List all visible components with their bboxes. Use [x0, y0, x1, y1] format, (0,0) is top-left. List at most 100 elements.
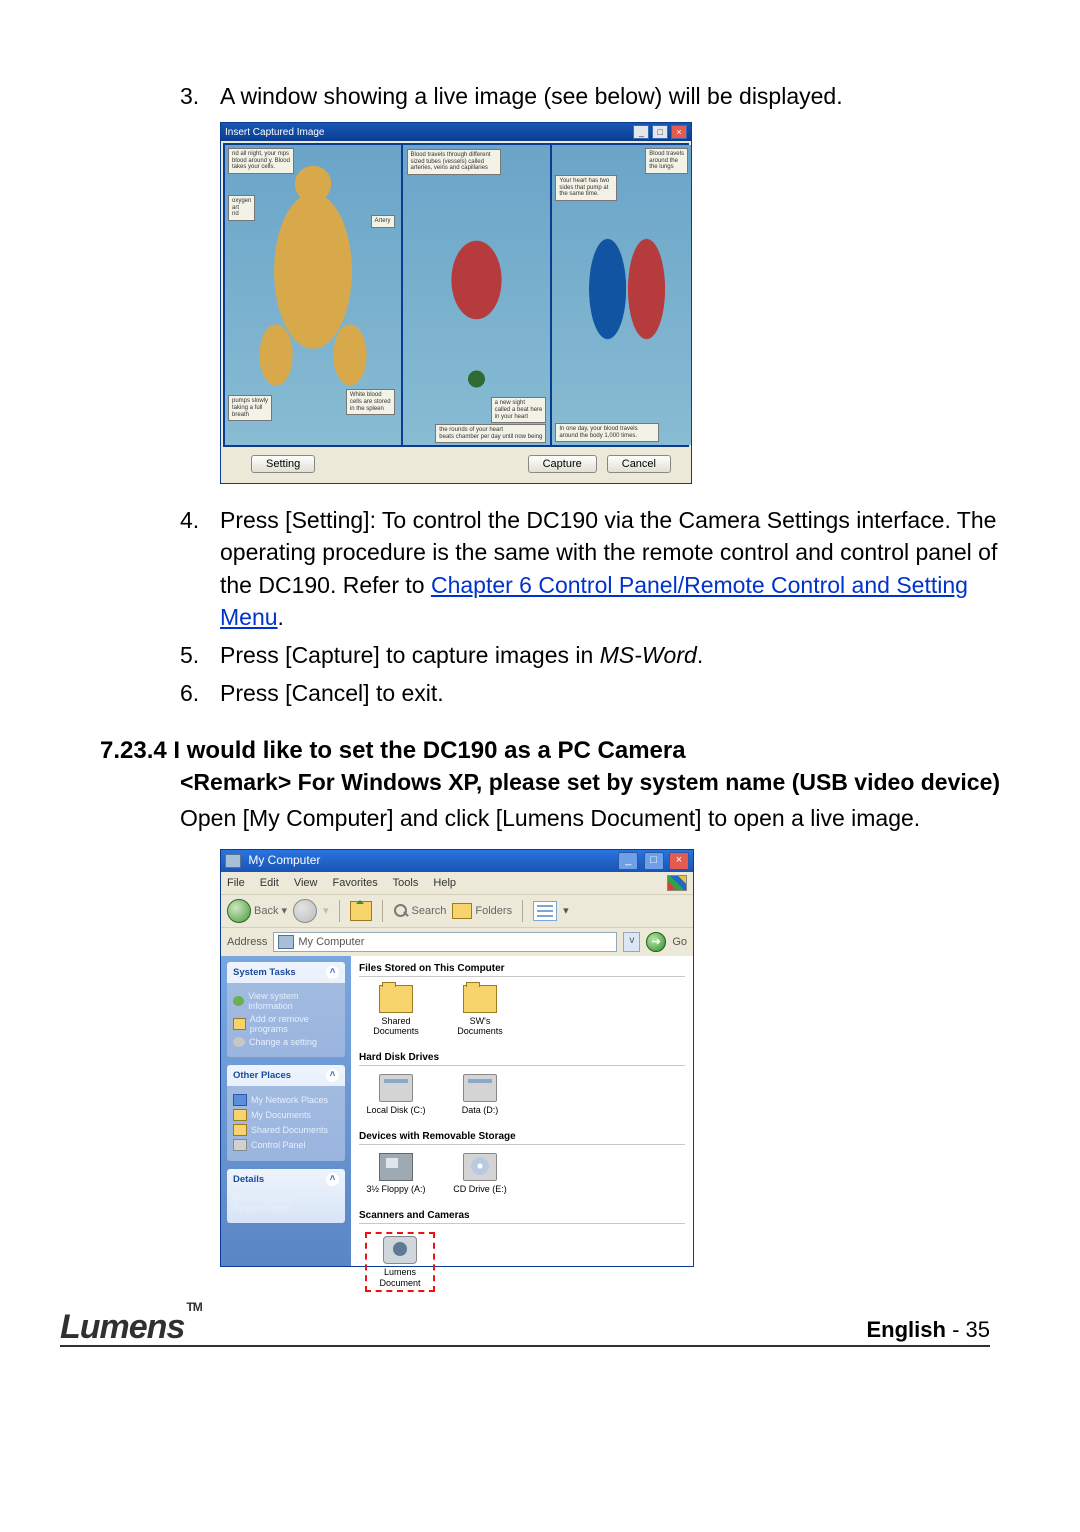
collapse-icon[interactable]: ˄ [326, 1069, 339, 1082]
folders-button[interactable]: Folders [452, 903, 512, 919]
step-6: 6. Press [Cancel] to exit. [180, 677, 1010, 709]
mc-sidebar: System Tasks ˄ View system information A… [221, 956, 351, 1266]
close-icon[interactable]: × [671, 125, 687, 139]
category-removable: Devices with Removable Storage [359, 1128, 685, 1145]
forward-button[interactable] [293, 899, 317, 923]
step-5-em: MS-Word [600, 642, 697, 668]
category-files-stored: Files Stored on This Computer [359, 960, 685, 977]
sidebar-other-places: Other Places ˄ My Network Places My Docu… [227, 1065, 345, 1161]
box-icon [233, 1018, 246, 1030]
hard-drive-icon [463, 1074, 497, 1102]
close-icon[interactable]: × [669, 852, 689, 870]
folder-icon [233, 1109, 247, 1121]
maximize-icon[interactable]: □ [652, 125, 668, 139]
page-indicator: English - 35 [867, 1317, 991, 1343]
anatomy-panel-heart: Blood travels through different sized tu… [403, 145, 551, 445]
mc-titlebar: My Computer _ □ × [221, 850, 693, 872]
step-5-number: 5. [180, 639, 218, 671]
menu-view[interactable]: View [294, 877, 318, 889]
my-computer-icon [225, 854, 241, 868]
up-folder-button[interactable] [350, 901, 372, 921]
mc-main-pane: Files Stored on This Computer Shared Doc… [351, 956, 693, 1266]
hard-drive-icon [379, 1074, 413, 1102]
step-3-text: A window showing a live image (see below… [220, 83, 843, 109]
sidebar-item-view-system-info[interactable]: View system information [233, 991, 339, 1011]
collapse-icon[interactable]: ˄ [326, 966, 339, 979]
chevron-down-icon: ▾ [281, 904, 287, 917]
details-line-1: My Computer [233, 1193, 339, 1203]
my-computer-screenshot: My Computer _ □ × File Edit View Favorit… [220, 849, 694, 1267]
section-title: I would like to set the DC190 as a PC Ca… [173, 737, 685, 764]
sidebar-item-my-documents[interactable]: My Documents [233, 1109, 339, 1121]
ici-title: Insert Captured Image [225, 127, 325, 138]
minimize-icon[interactable]: _ [633, 125, 649, 139]
menu-help[interactable]: Help [433, 877, 456, 889]
network-icon [233, 1094, 247, 1106]
item-local-disk-c[interactable]: Local Disk (C:) [365, 1074, 427, 1116]
step-6-text: Press [Cancel] to exit. [220, 680, 444, 706]
cancel-button[interactable]: Cancel [607, 455, 671, 473]
address-label: Address [227, 936, 267, 948]
info-icon [233, 996, 244, 1006]
step-6-number: 6. [180, 677, 218, 709]
capture-button[interactable]: Capture [528, 455, 597, 473]
brand-logo: LumensTM [60, 1308, 200, 1347]
anatomy-panel-body: nd all night, your mps blood around y. B… [225, 145, 401, 445]
insert-captured-image-screenshot: Insert Captured Image _ □ × nd all night… [220, 122, 692, 484]
ici-titlebar: Insert Captured Image _ □ × [221, 123, 691, 141]
anatomy-panel-vessels: Blood travelsaround thethe lungs Your he… [552, 145, 691, 445]
step-5-text-a: Press [Capture] to capture images in [220, 642, 600, 668]
folder-icon [233, 1124, 247, 1136]
sidebar-system-tasks: System Tasks ˄ View system information A… [227, 962, 345, 1057]
step-4: 4. Press [Setting]: To control the DC190… [180, 504, 1010, 633]
item-data-d[interactable]: Data (D:) [449, 1074, 511, 1116]
system-tasks-header: System Tasks [233, 967, 296, 978]
maximize-icon[interactable]: □ [644, 852, 664, 870]
sidebar-details: Details ˄ My Computer System Folder [227, 1169, 345, 1223]
menu-edit[interactable]: Edit [260, 877, 279, 889]
folder-icon [379, 985, 413, 1013]
camera-icon [383, 1236, 417, 1264]
sidebar-item-shared-documents[interactable]: Shared Documents [233, 1124, 339, 1136]
minimize-icon[interactable]: _ [618, 852, 638, 870]
sidebar-item-change-setting[interactable]: Change a setting [233, 1037, 339, 1047]
control-panel-icon [233, 1139, 247, 1151]
views-button[interactable] [533, 901, 557, 921]
mc-window-buttons: _ □ × [616, 852, 689, 870]
item-lumens-document[interactable]: Lumens Document [369, 1236, 431, 1289]
category-scanners-cameras: Scanners and Cameras [359, 1207, 685, 1224]
section-heading: 7.23.4 I would like to set the DC190 as … [100, 737, 1010, 765]
windows-flag-icon [667, 875, 687, 891]
chevron-down-icon: ▾ [323, 904, 329, 917]
folder-icon [463, 985, 497, 1013]
menu-favorites[interactable]: Favorites [333, 877, 378, 889]
mc-menubar: File Edit View Favorites Tools Help [221, 872, 693, 894]
mc-toolbar: Back ▾ ▾ Search Folders ▾ [221, 894, 693, 927]
details-line-2: System Folder [233, 1203, 339, 1213]
go-button[interactable]: ➔ [646, 932, 666, 952]
section-body: Open [My Computer] and click [Lumens Doc… [180, 802, 1010, 834]
setting-button[interactable]: Setting [251, 455, 315, 473]
step-5: 5. Press [Capture] to capture images in … [180, 639, 1010, 671]
menu-file[interactable]: File [227, 877, 245, 889]
floppy-icon [379, 1153, 413, 1181]
go-label: Go [672, 936, 687, 948]
address-dropdown-icon[interactable]: v [623, 932, 640, 952]
item-sws-documents[interactable]: SW's Documents [449, 985, 511, 1038]
item-shared-documents[interactable]: Shared Documents [365, 985, 427, 1038]
sidebar-item-add-remove[interactable]: Add or remove programs [233, 1014, 339, 1034]
item-floppy-a[interactable]: 3½ Floppy (A:) [365, 1153, 427, 1195]
mc-addressbar: Address My Computer v ➔ Go [221, 927, 693, 956]
search-button[interactable]: Search [393, 903, 447, 919]
sidebar-item-control-panel[interactable]: Control Panel [233, 1139, 339, 1151]
sidebar-item-network-places[interactable]: My Network Places [233, 1094, 339, 1106]
section-remark: <Remark> For Windows XP, please set by s… [180, 767, 1010, 798]
folders-icon [452, 903, 472, 919]
cd-drive-icon [463, 1153, 497, 1181]
item-cd-drive-e[interactable]: CD Drive (E:) [449, 1153, 511, 1195]
page-footer: LumensTM English - 35 [60, 1301, 990, 1347]
address-input[interactable]: My Computer [273, 932, 617, 952]
collapse-icon[interactable]: ˄ [326, 1173, 339, 1186]
menu-tools[interactable]: Tools [393, 877, 419, 889]
back-button[interactable]: Back ▾ [227, 899, 287, 923]
